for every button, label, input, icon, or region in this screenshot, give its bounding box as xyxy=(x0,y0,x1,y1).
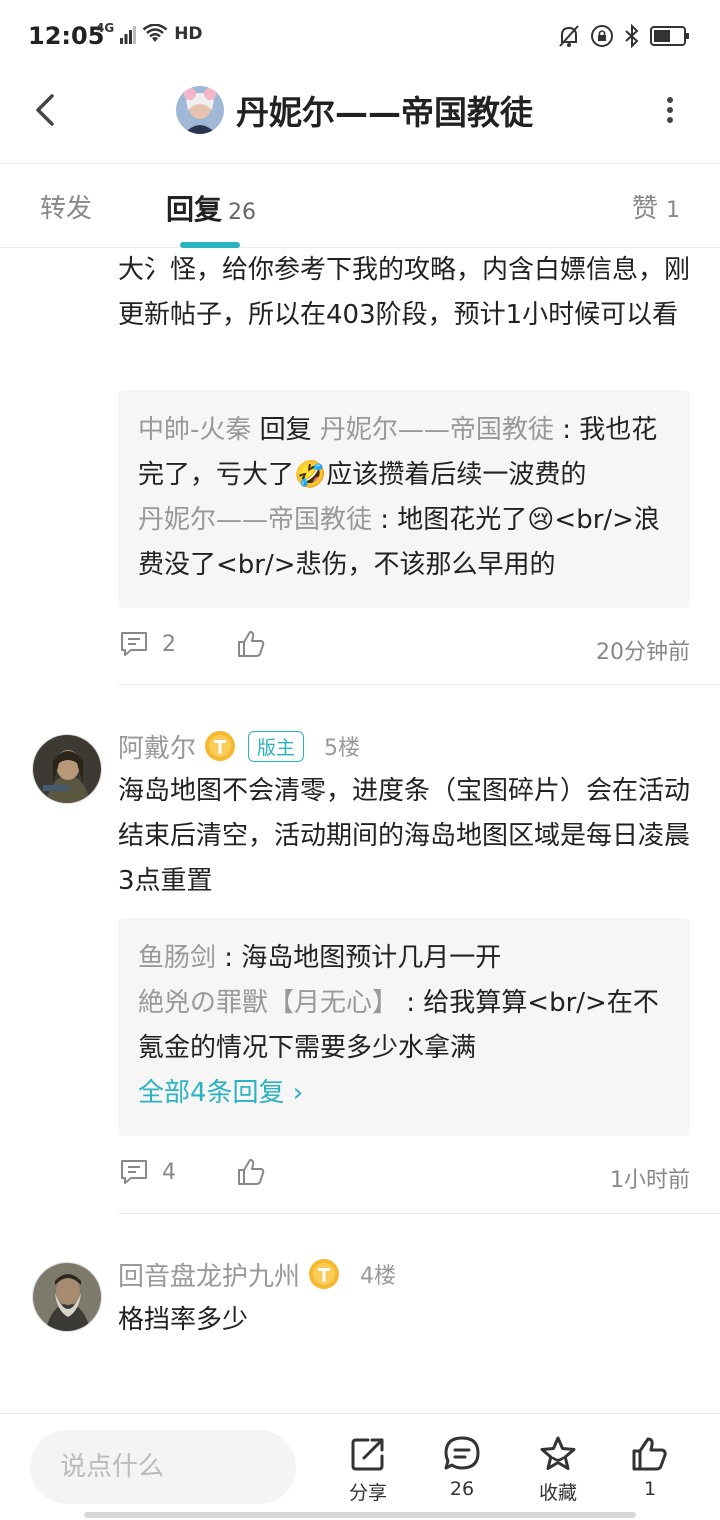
comment-meta: 4 1小时前 xyxy=(118,1156,690,1196)
like-button[interactable]: 1 xyxy=(615,1434,685,1500)
comment-list[interactable]: 大氵怪，给你参考下我的攻略，内含白嫖信息，刚更新帖子，所以在403阶段，预计1小… xyxy=(0,248,720,1413)
reply-target[interactable]: 丹妮尔——帝国教徒 xyxy=(320,415,554,445)
more-vertical-icon[interactable] xyxy=(660,92,680,128)
like-icon[interactable] xyxy=(236,1156,266,1188)
view-all-replies-link[interactable]: 全部4条回复 › xyxy=(138,1071,670,1116)
battery-icon xyxy=(650,26,689,46)
signal-icon xyxy=(120,26,137,44)
comment-button[interactable]: 26 xyxy=(427,1434,497,1500)
bottom-action-bar: 说点什么 分享 26 收藏 1 xyxy=(0,1413,720,1520)
reply-preview-box[interactable]: 鱼肠剑 : 海岛地图预计几月一开 絶兇の罪獸【月无心】 : 给我算算<br/>在… xyxy=(118,918,690,1136)
thumbs-up-icon xyxy=(632,1437,667,1471)
page-title: 丹妮尔——帝国教徒 xyxy=(236,93,533,132)
tab-reply-count: 26 xyxy=(228,200,257,225)
reply-item[interactable]: 中帥-火秦 回复 丹妮尔——帝国教徒 : 我也花完了，亏大了🤣应该攒着后续一波费… xyxy=(138,408,670,498)
comment-text: 格挡率多少 xyxy=(118,1305,249,1335)
comment-reply-button[interactable]: 2 xyxy=(118,628,176,660)
reply-mid: 回复 xyxy=(251,415,320,445)
share-button[interactable]: 分享 xyxy=(333,1434,403,1505)
tab-like-count: 1 xyxy=(666,198,680,223)
reply-item[interactable]: 丹妮尔——帝国教徒 : 地图花光了😢<br/>浪费没了<br/>悲伤，不该那么早… xyxy=(138,498,670,588)
status-bar: 12:05 4G HD xyxy=(0,0,720,72)
reply-preview-box[interactable]: 中帥-火秦 回复 丹妮尔——帝国教徒 : 我也花完了，亏大了🤣应该攒着后续一波费… xyxy=(118,390,690,608)
tab-forward[interactable]: 转发 xyxy=(40,188,92,225)
floor-number: 5楼 xyxy=(324,736,361,761)
user-avatar[interactable] xyxy=(32,1262,102,1332)
tab-like[interactable]: 赞1 xyxy=(632,188,680,225)
like-icon[interactable] xyxy=(236,628,266,660)
moderator-badge: 版主 xyxy=(248,730,305,762)
level-badge-icon xyxy=(309,1259,340,1289)
share-icon xyxy=(351,1438,384,1471)
star-icon xyxy=(540,1436,576,1470)
tab-bar: 转发 回复 26 赞1 xyxy=(0,164,720,248)
reply-author[interactable]: 丹妮尔——帝国教徒 xyxy=(138,505,372,535)
comment-text: 海岛地图不会清零，进度条（宝图碎片）会在活动结束后清空，活动期间的海岛地图区域是… xyxy=(118,776,691,896)
tab-reply-label: 回复 xyxy=(166,193,223,226)
network-type-label: 4G xyxy=(96,21,115,35)
comment-time: 1小时前 xyxy=(610,1168,690,1193)
comment-text: 大氵怪，给你参考下我的攻略，内含白嫖信息，刚更新帖子，所以在403阶段，预计1小… xyxy=(118,255,691,330)
status-time: 12:05 xyxy=(28,22,105,50)
reply-author[interactable]: 鱼肠剑 xyxy=(138,943,216,973)
comment-bubble-icon xyxy=(444,1436,480,1470)
comment-count: 4 xyxy=(162,1159,176,1185)
user-info: 阿戴尔 版主 5楼 xyxy=(118,726,360,766)
favorite-label: 收藏 xyxy=(538,1482,577,1504)
divider xyxy=(118,684,720,685)
reply-text: : 海岛地图预计几月一开 xyxy=(216,943,502,973)
lock-rotation-icon xyxy=(591,25,613,47)
reply-item[interactable]: 鱼肠剑 : 海岛地图预计几月一开 xyxy=(138,936,670,981)
tab-forward-label: 转发 xyxy=(40,194,93,224)
header: 丹妮尔——帝国教徒 xyxy=(0,72,720,164)
user-avatar[interactable] xyxy=(32,734,102,804)
hd-label: HD xyxy=(174,24,203,44)
tab-reply[interactable]: 回复 26 xyxy=(166,188,256,228)
home-indicator xyxy=(84,1512,636,1518)
reply-item[interactable]: 絶兇の罪獸【月无心】 : 给我算算<br/>在不氪金的情况下需要多少水拿满 xyxy=(138,981,670,1071)
comment-icon xyxy=(121,632,147,656)
username[interactable]: 阿戴尔 xyxy=(118,728,196,765)
comment-icon xyxy=(121,1160,147,1184)
like-count-label: 1 xyxy=(643,1478,657,1500)
comment-time: 20分钟前 xyxy=(596,640,690,665)
user-info: 回音盘龙护九州 4楼 xyxy=(118,1254,396,1294)
tab-like-label: 赞 xyxy=(631,194,658,224)
reply-author[interactable]: 絶兇の罪獸【月无心】 xyxy=(138,988,398,1018)
author-avatar[interactable] xyxy=(176,86,224,134)
level-badge-icon xyxy=(205,731,236,761)
share-label: 分享 xyxy=(348,1482,387,1504)
comment-meta: 2 20分钟前 xyxy=(118,628,690,668)
reply-author[interactable]: 中帥-火秦 xyxy=(138,415,251,445)
username[interactable]: 回音盘龙护九州 xyxy=(118,1256,300,1293)
comment-count: 2 xyxy=(162,631,176,657)
favorite-button[interactable]: 收藏 xyxy=(523,1434,593,1505)
mute-icon xyxy=(559,25,579,47)
comment-input[interactable]: 说点什么 xyxy=(30,1430,296,1504)
bluetooth-icon xyxy=(625,24,639,48)
comment-count-label: 26 xyxy=(449,1478,475,1500)
floor-number: 4楼 xyxy=(360,1264,397,1289)
comment-reply-button[interactable]: 4 xyxy=(118,1156,176,1188)
divider xyxy=(118,1213,720,1214)
back-arrow-icon[interactable] xyxy=(28,90,68,130)
wifi-icon xyxy=(142,24,168,42)
